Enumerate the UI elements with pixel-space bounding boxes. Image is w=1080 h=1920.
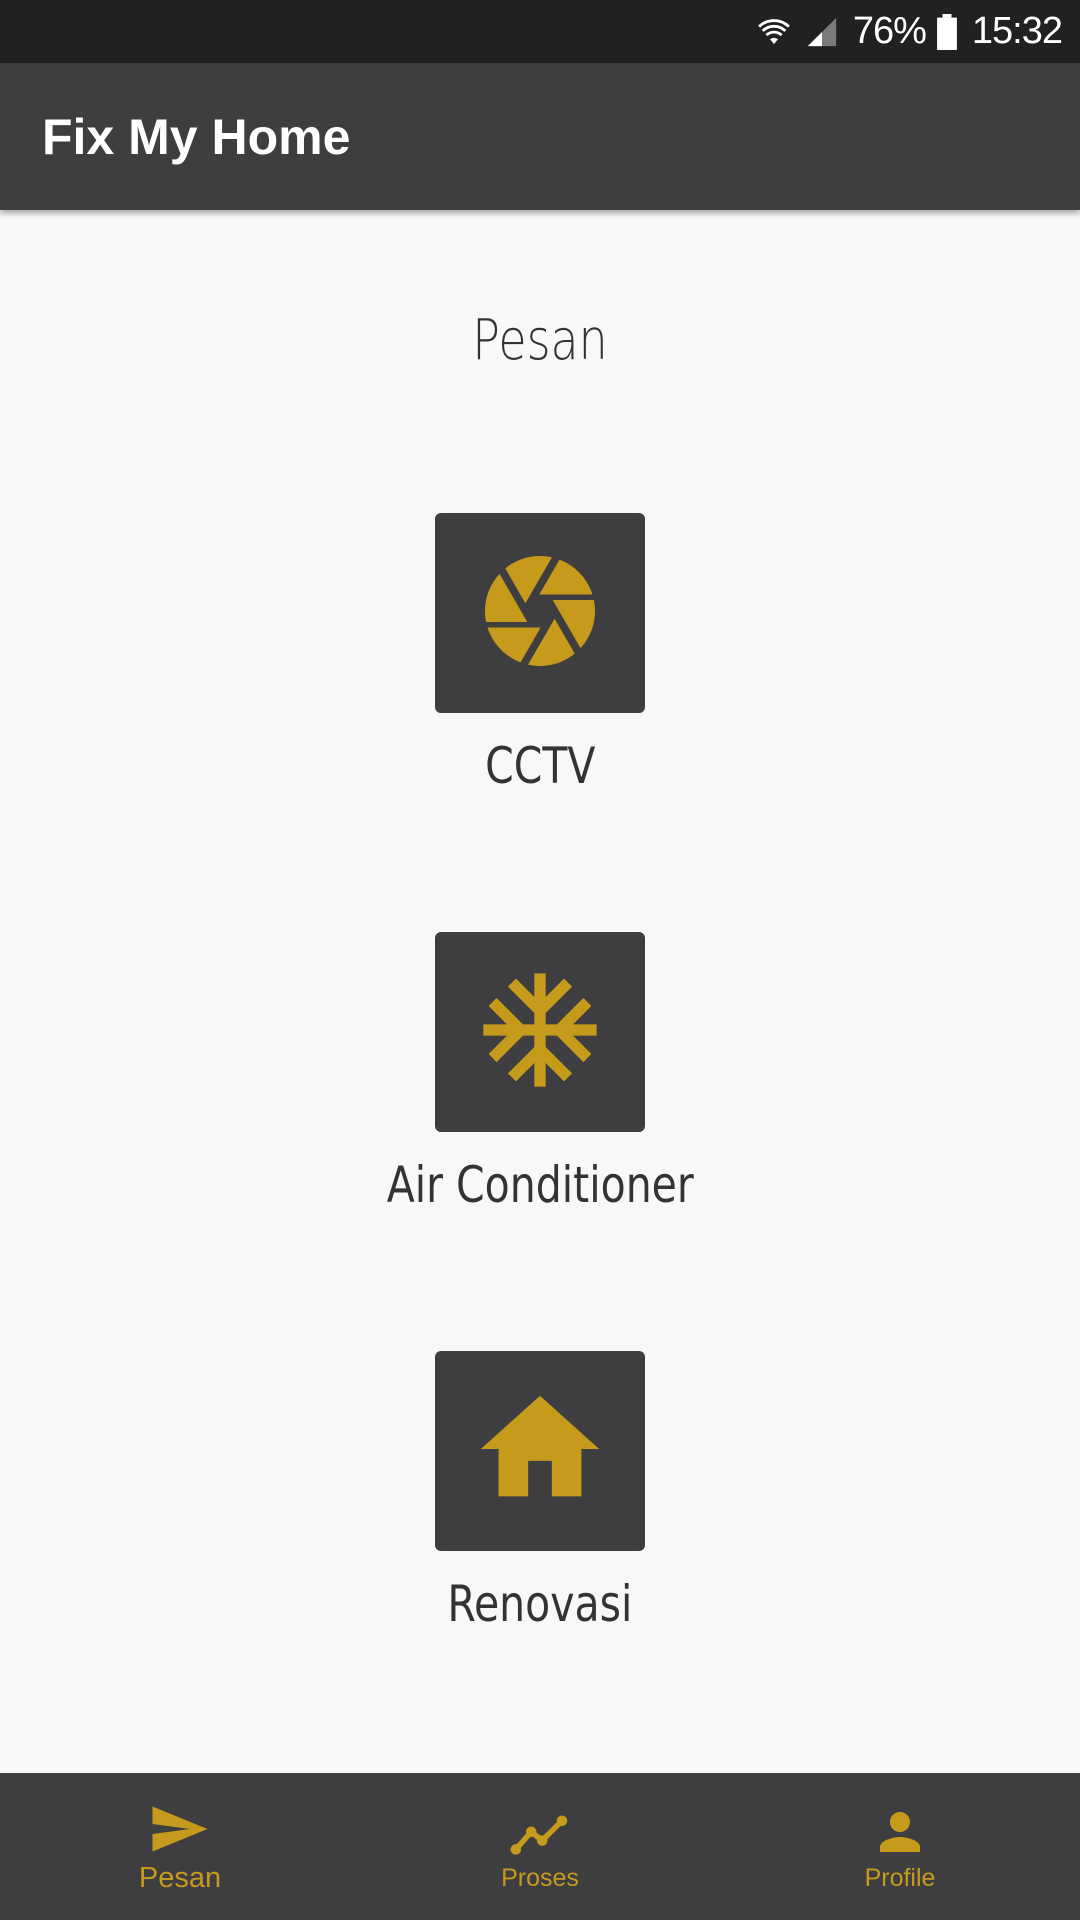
battery-icon	[936, 13, 958, 50]
app-bar: Fix My Home	[0, 63, 1080, 210]
status-time: 15:32	[971, 10, 1063, 52]
nav-label: Proses	[501, 1864, 579, 1892]
nav-item-pesan[interactable]: Pesan	[0, 1773, 360, 1920]
nav-item-profile[interactable]: Profile	[720, 1773, 1080, 1920]
page-heading: Pesan	[472, 308, 608, 373]
camera-shutter-icon	[474, 545, 606, 682]
service-label: Renovasi	[447, 1575, 633, 1633]
service-cctv[interactable]: CCTV	[0, 513, 1080, 795]
status-bar: 76% 15:32	[0, 0, 1080, 63]
nav-label: Pesan	[138, 1862, 222, 1894]
trending-icon	[509, 1800, 571, 1856]
service-tile[interactable]	[435, 1351, 645, 1551]
signal-icon	[805, 15, 839, 49]
battery-percent: 76%	[852, 10, 927, 52]
nav-item-proses[interactable]: Proses	[360, 1773, 720, 1920]
service-tile[interactable]	[435, 513, 645, 713]
service-label: CCTV	[484, 737, 596, 795]
service-tile[interactable]	[435, 932, 645, 1132]
app-title: Fix My Home	[42, 108, 351, 165]
person-icon	[876, 1800, 924, 1856]
service-air-conditioner[interactable]: Air Conditioner	[0, 932, 1080, 1214]
main-content: Pesan CCTV Air Conditioner Renovasi	[0, 210, 1080, 1773]
snowflake-icon	[472, 962, 608, 1103]
bottom-nav: Pesan Proses Profile	[0, 1773, 1080, 1920]
send-icon	[150, 1798, 210, 1854]
service-renovasi[interactable]: Renovasi	[0, 1351, 1080, 1633]
service-label: Air Conditioner	[386, 1156, 694, 1214]
house-icon	[469, 1378, 611, 1525]
wifi-icon	[757, 15, 791, 49]
nav-label: Profile	[864, 1864, 936, 1892]
